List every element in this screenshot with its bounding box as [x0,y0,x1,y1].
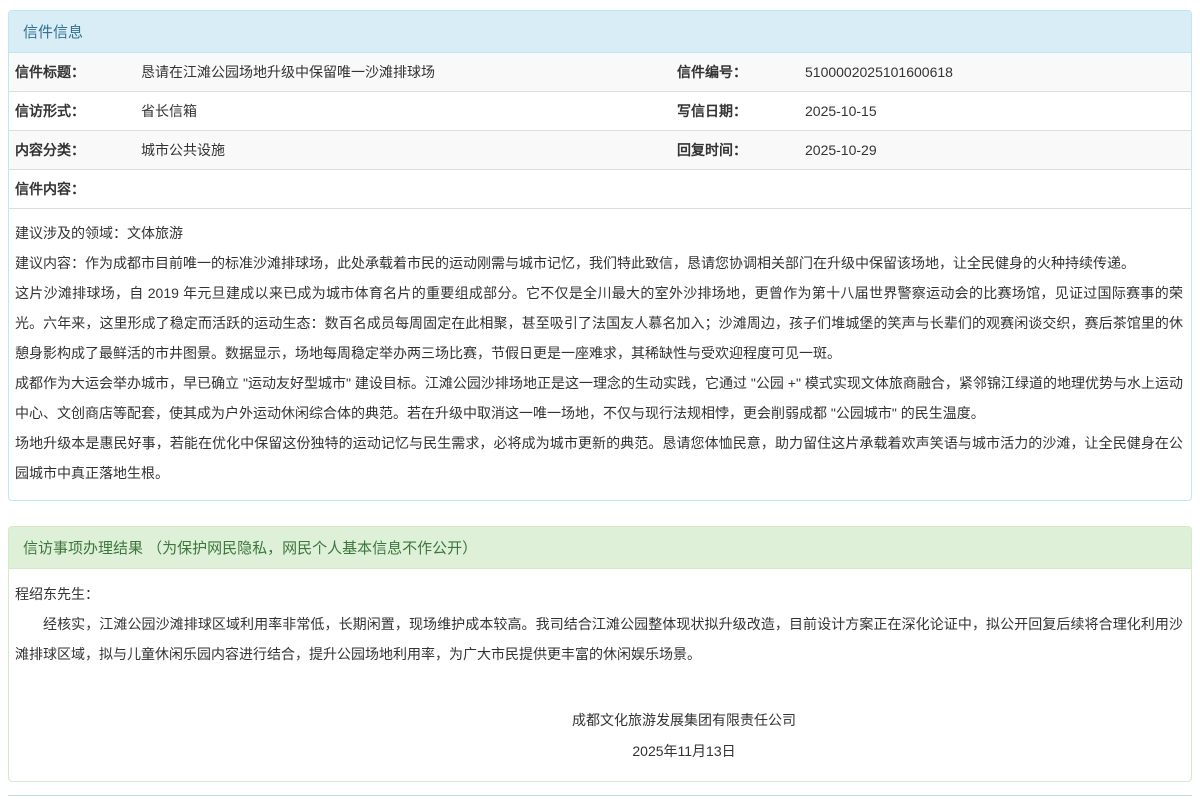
letter-paragraph-appeal: 场地升级本是惠民好事，若能在优化中保留这份独特的运动记忆与民生需求，必将成为城市… [15,428,1183,488]
letter-paragraph-domain: 建议涉及的领域：文体旅游 [15,218,1183,248]
letter-info-panel: 信件信息 信件标题： 恳请在江滩公园场地升级中保留唯一沙滩排球场 信件编号： 5… [8,10,1192,501]
letter-info-panel-title: 信件信息 [23,24,83,41]
result-panel-title: 信访事项办理结果 （为保护网民隐私，网民个人基本信息不作公开） [23,540,477,557]
petition-form-row: 信访形式： 省长信箱 写信日期： 2025-10-15 [9,92,1191,131]
letter-content-body: 建议涉及的领域：文体旅游 建议内容：作为成都市目前唯一的标准沙滩排球场，此处承载… [9,209,1191,500]
category-label: 内容分类： [9,131,135,169]
result-signature-date: 2025年11月13日 [185,736,1183,767]
letter-detail-page: 信件信息 信件标题： 恳请在江滩公园场地升级中保留唯一沙滩排球场 信件编号： 5… [0,0,1200,808]
letter-content-label-spacer [135,170,671,208]
letter-paragraph-suggestion: 建议内容：作为成都市目前唯一的标准沙滩排球场，此处承载着市民的运动刚需与城市记忆… [15,248,1183,278]
letter-title-value: 恳请在江滩公园场地升级中保留唯一沙滩排球场 [135,53,671,91]
category-value: 城市公共设施 [135,131,671,169]
letter-paragraph-city: 成都作为大运会举办城市，早已确立 "运动友好型城市" 建设目标。江滩公园沙排场地… [15,368,1183,428]
result-body: 程绍东先生： 经核实，江滩公园沙滩排球区域利用率非常低，长期闲置，现场维护成本较… [9,569,1191,781]
result-signature-company: 成都文化旅游发展集团有限责任公司 [185,705,1183,736]
letter-title-row: 信件标题： 恳请在江滩公园场地升级中保留唯一沙滩排球场 信件编号： 510000… [9,53,1191,92]
letter-number-label: 信件编号： [671,53,799,91]
next-panel-top-edge [8,795,1192,796]
petition-form-value: 省长信箱 [135,92,671,130]
letter-paragraph-history: 这片沙滩排球场，自 2019 年元旦建成以来已成为城市体育名片的重要组成部分。它… [15,278,1183,368]
result-signature-block: 成都文化旅游发展集团有限责任公司 2025年11月13日 [15,705,1183,767]
petition-form-label: 信访形式： [9,92,135,130]
result-salutation: 程绍东先生： [15,579,1183,609]
category-row: 内容分类： 城市公共设施 回复时间： 2025-10-29 [9,131,1191,170]
letter-content-label: 信件内容： [9,170,135,208]
letter-content-label-row: 信件内容： [9,170,1191,209]
result-panel-header: 信访事项办理结果 （为保护网民隐私，网民个人基本信息不作公开） [9,527,1191,569]
write-date-value: 2025-10-15 [799,92,1191,130]
reply-date-label: 回复时间： [671,131,799,169]
reply-date-value: 2025-10-29 [799,131,1191,169]
letter-title-label: 信件标题： [9,53,135,91]
result-panel: 信访事项办理结果 （为保护网民隐私，网民个人基本信息不作公开） 程绍东先生： 经… [8,526,1192,782]
write-date-label: 写信日期： [671,92,799,130]
letter-number-value: 5100002025101600618 [799,53,1191,91]
letter-info-panel-header: 信件信息 [9,11,1191,53]
result-reply-text: 经核实，江滩公园沙滩排球区域利用率非常低，长期闲置，现场维护成本较高。我司结合江… [15,609,1183,669]
